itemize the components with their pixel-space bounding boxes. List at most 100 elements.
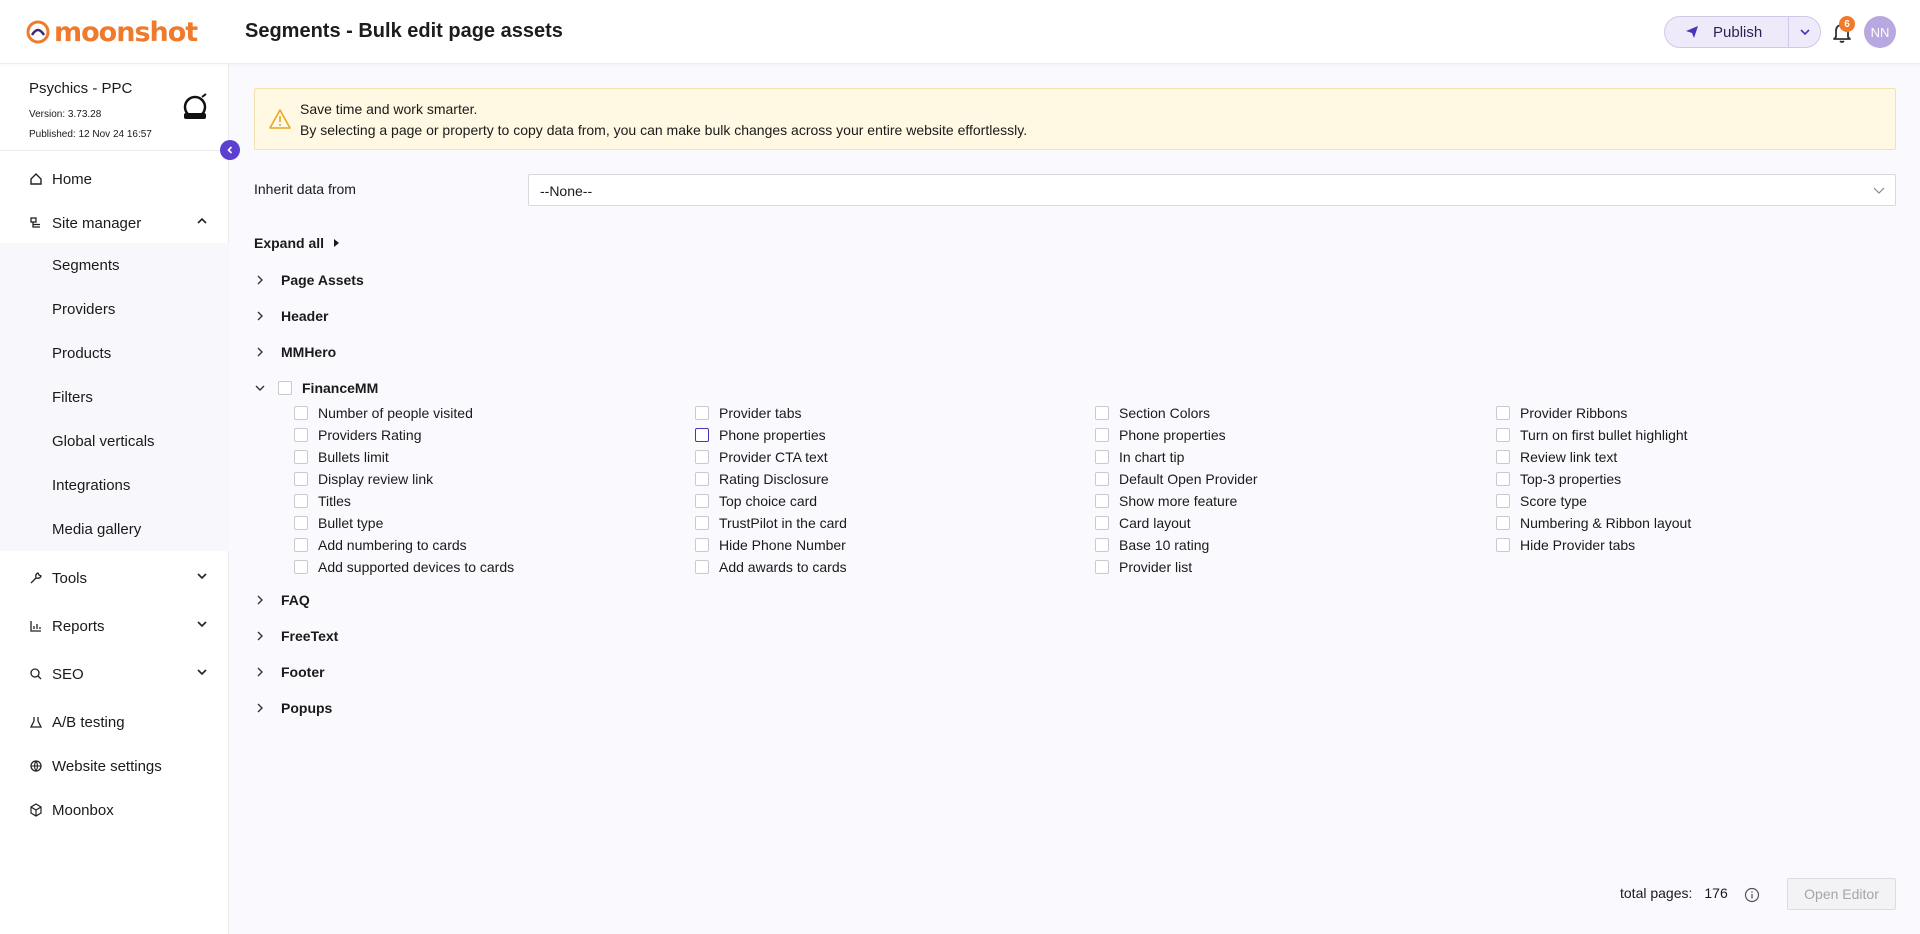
section-faq[interactable]: FAQ: [254, 589, 310, 611]
checkbox[interactable]: [695, 450, 709, 464]
checkbox[interactable]: [294, 428, 308, 442]
sidebar-item-integrations[interactable]: Integrations: [52, 474, 130, 498]
prop-checkbox[interactable]: Review link text: [1496, 448, 1617, 466]
prop-checkbox[interactable]: Top choice card: [695, 492, 817, 510]
checkbox[interactable]: [1095, 406, 1109, 420]
sidebar-item-label: A/B testing: [52, 713, 125, 731]
prop-checkbox[interactable]: Add supported devices to cards: [294, 558, 514, 576]
checkbox[interactable]: [294, 516, 308, 530]
checkbox[interactable]: [294, 494, 308, 508]
prop-checkbox[interactable]: Base 10 rating: [1095, 536, 1209, 554]
sidebar-item-products[interactable]: Products: [52, 342, 111, 366]
prop-checkbox[interactable]: Phone properties: [1095, 426, 1226, 444]
expand-all-toggle[interactable]: Expand all: [254, 235, 340, 251]
section-header[interactable]: Header: [254, 305, 328, 327]
collapse-sidebar-button[interactable]: [220, 140, 240, 160]
publish-label: Publish: [1713, 23, 1763, 41]
checkbox[interactable]: [695, 560, 709, 574]
checkbox[interactable]: [1496, 406, 1510, 420]
prop-checkbox[interactable]: Hide Phone Number: [695, 536, 846, 554]
financemm-select-all-checkbox[interactable]: [278, 381, 292, 395]
open-editor-button[interactable]: Open Editor: [1787, 878, 1896, 910]
checkbox[interactable]: [695, 516, 709, 530]
checkbox[interactable]: [294, 538, 308, 552]
prop-checkbox[interactable]: Bullet type: [294, 514, 383, 532]
prop-checkbox[interactable]: Number of people visited: [294, 404, 473, 422]
checkbox[interactable]: [1095, 516, 1109, 530]
prop-checkbox[interactable]: Titles: [294, 492, 351, 510]
checkbox[interactable]: [1496, 428, 1510, 442]
prop-checkbox[interactable]: Default Open Provider: [1095, 470, 1258, 488]
user-avatar[interactable]: NN: [1864, 16, 1896, 48]
prop-checkbox[interactable]: Add awards to cards: [695, 558, 847, 576]
section-mmhero[interactable]: MMHero: [254, 341, 336, 363]
checkbox[interactable]: [1496, 538, 1510, 552]
moonshot-logo[interactable]: moonshot: [26, 16, 198, 48]
prop-checkbox[interactable]: Provider CTA text: [695, 448, 828, 466]
sidebar-item-providers[interactable]: Providers: [52, 298, 115, 322]
checkbox[interactable]: [1095, 560, 1109, 574]
sidebar-item-tools[interactable]: Tools: [0, 558, 229, 598]
prop-checkbox[interactable]: Turn on first bullet highlight: [1496, 426, 1688, 444]
prop-checkbox[interactable]: Add numbering to cards: [294, 536, 467, 554]
checkbox[interactable]: [1496, 450, 1510, 464]
sidebar-item-reports[interactable]: Reports: [0, 606, 229, 646]
prop-checkbox[interactable]: Section Colors: [1095, 404, 1210, 422]
prop-checkbox[interactable]: Bullets limit: [294, 448, 389, 466]
prop-checkbox[interactable]: Provider tabs: [695, 404, 801, 422]
prop-checkbox[interactable]: Show more feature: [1095, 492, 1237, 510]
checkbox[interactable]: [695, 494, 709, 508]
checkbox[interactable]: [695, 428, 709, 442]
sidebar-item-filters[interactable]: Filters: [52, 386, 93, 410]
prop-checkbox[interactable]: Numbering & Ribbon layout: [1496, 514, 1691, 532]
prop-checkbox[interactable]: Hide Provider tabs: [1496, 536, 1635, 554]
warning-icon: [269, 109, 291, 129]
sidebar-item-segments[interactable]: Segments: [52, 254, 120, 278]
prop-checkbox[interactable]: Top-3 properties: [1496, 470, 1621, 488]
prop-checkbox[interactable]: Card layout: [1095, 514, 1191, 532]
checkbox[interactable]: [1496, 472, 1510, 486]
checkbox[interactable]: [1095, 494, 1109, 508]
prop-checkbox[interactable]: Display review link: [294, 470, 433, 488]
section-freetext[interactable]: FreeText: [254, 625, 338, 647]
checkbox[interactable]: [1496, 516, 1510, 530]
sidebar-item-home[interactable]: Home: [0, 159, 229, 199]
prop-checkbox[interactable]: In chart tip: [1095, 448, 1184, 466]
publish-options-button[interactable]: [1788, 17, 1820, 47]
prop-label: In chart tip: [1119, 449, 1185, 465]
section-page-assets[interactable]: Page Assets: [254, 269, 364, 291]
prop-checkbox[interactable]: Providers Rating: [294, 426, 422, 444]
prop-checkbox[interactable]: TrustPilot in the card: [695, 514, 847, 532]
sidebar-item-media-gallery[interactable]: Media gallery: [52, 518, 141, 542]
sidebar-item-site-manager[interactable]: Site manager: [0, 203, 229, 243]
checkbox[interactable]: [294, 450, 308, 464]
sidebar-item-website-settings[interactable]: Website settings: [0, 746, 229, 786]
checkbox[interactable]: [1496, 494, 1510, 508]
section-financemm[interactable]: FinanceMM: [254, 377, 378, 399]
checkbox[interactable]: [695, 472, 709, 486]
site-info: Psychics - PPC Version: 3.73.28 Publishe…: [29, 80, 152, 145]
checkbox[interactable]: [294, 472, 308, 486]
section-footer[interactable]: Footer: [254, 661, 325, 683]
sidebar-item-moonbox[interactable]: Moonbox: [0, 790, 229, 830]
prop-checkbox[interactable]: Score type: [1496, 492, 1587, 510]
info-icon[interactable]: [1744, 887, 1760, 903]
sidebar-item-global-verticals[interactable]: Global verticals: [52, 430, 155, 454]
checkbox[interactable]: [294, 406, 308, 420]
checkbox[interactable]: [1095, 428, 1109, 442]
publish-button[interactable]: Publish: [1665, 17, 1788, 47]
checkbox[interactable]: [695, 406, 709, 420]
checkbox[interactable]: [294, 560, 308, 574]
sidebar-item-ab-testing[interactable]: A/B testing: [0, 702, 229, 742]
prop-checkbox[interactable]: Provider Ribbons: [1496, 404, 1627, 422]
prop-checkbox[interactable]: Rating Disclosure: [695, 470, 829, 488]
inherit-data-select[interactable]: --None--: [528, 174, 1896, 206]
sidebar-item-seo[interactable]: SEO: [0, 654, 229, 694]
checkbox[interactable]: [1095, 472, 1109, 486]
section-popups[interactable]: Popups: [254, 697, 332, 719]
prop-checkbox[interactable]: Phone properties: [695, 426, 826, 444]
checkbox[interactable]: [1095, 538, 1109, 552]
checkbox[interactable]: [695, 538, 709, 552]
checkbox[interactable]: [1095, 450, 1109, 464]
prop-checkbox[interactable]: Provider list: [1095, 558, 1192, 576]
